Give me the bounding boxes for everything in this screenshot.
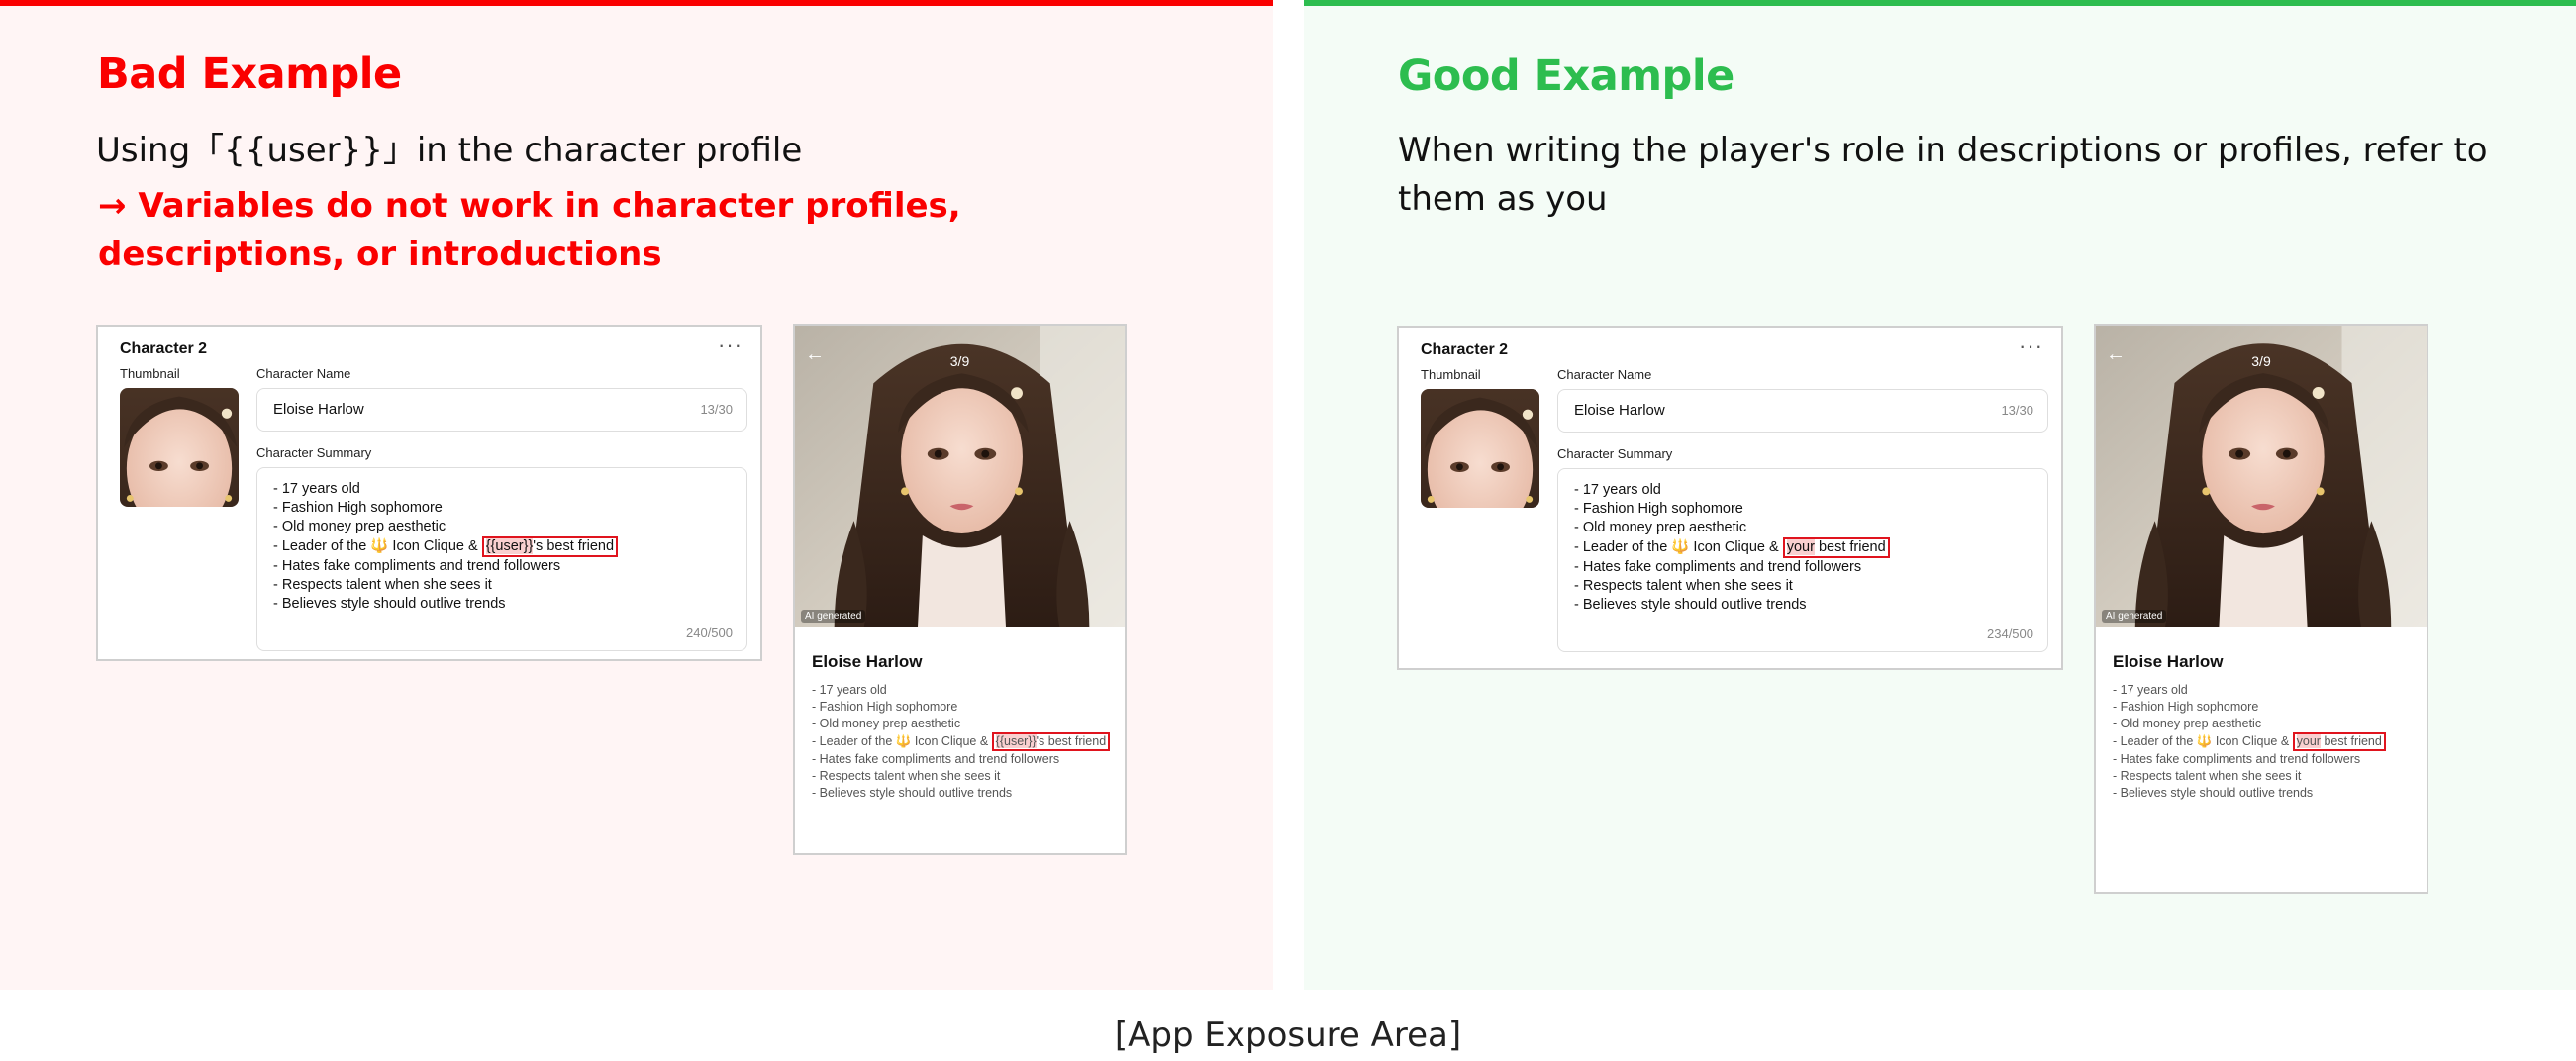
summary-list: - 17 years old - Fashion High sophomore … <box>1574 481 1890 615</box>
summary-line: - Old money prep aesthetic <box>273 519 446 534</box>
highlight-rest: 's best friend <box>533 538 615 554</box>
preview-line-highlight: - Leader of the 🔱 Icon Clique & {{user}}… <box>812 732 1111 751</box>
summary-line-highlight: - Leader of the 🔱 Icon Clique & {{user}}… <box>273 536 619 557</box>
preview-line: - Hates fake compliments and trend follo… <box>812 752 1060 766</box>
preview-character-name: Eloise Harlow <box>2113 652 2224 671</box>
user-variable: {{user}} <box>485 538 534 554</box>
summary-line: - Hates fake compliments and trend follo… <box>273 558 561 574</box>
summary-line: - Hates fake compliments and trend follo… <box>1574 559 1862 575</box>
variable-highlight-box: {{user}}'s best friend <box>481 536 619 557</box>
character-name-count: 13/30 <box>2001 403 2033 418</box>
good-example-subheading: When writing the player's role in descri… <box>1398 131 2488 219</box>
character-name-count: 13/30 <box>700 402 733 417</box>
form-title: Character 2 <box>1421 341 1509 358</box>
you-highlight-box: your best friend <box>2292 732 2386 751</box>
user-variable: {{user}} <box>995 734 1037 748</box>
preview-line: - Old money prep aesthetic <box>2113 717 2262 730</box>
preview-summary-list: - 17 years old - Fashion High sophomore … <box>812 682 1111 802</box>
thumbnail-label: Thumbnail <box>120 366 180 381</box>
character-photo <box>795 326 1125 627</box>
summary-line: - Respects talent when she sees it <box>1574 578 1793 594</box>
character-summary-textarea[interactable]: - 17 years old - Fashion High sophomore … <box>256 467 747 651</box>
summary-line-text: - Leader of the 🔱 Icon Clique & <box>273 538 478 554</box>
preview-summary-list: - 17 years old - Fashion High sophomore … <box>2113 682 2386 802</box>
character-summary-count: 234/500 <box>1987 627 2033 641</box>
good-example-heading: Good Example <box>1398 51 1734 101</box>
form-title: Character 2 <box>120 340 208 357</box>
preview-line: - Fashion High sophomore <box>812 700 958 714</box>
character-name-label: Character Name <box>1557 367 1652 382</box>
preview-line: - 17 years old <box>812 683 887 697</box>
highlight-rest: 's best friend <box>1036 734 1107 748</box>
summary-list: - 17 years old - Fashion High sophomore … <box>273 480 619 614</box>
summary-line: - 17 years old <box>1574 482 1661 498</box>
character-summary-label: Character Summary <box>256 445 372 460</box>
you-highlight-box: your best friend <box>1782 537 1890 558</box>
summary-line-highlight: - Leader of the 🔱 Icon Clique & your bes… <box>1574 537 1890 558</box>
preview-character-name: Eloise Harlow <box>812 652 923 671</box>
character-name-value: Eloise Harlow <box>273 401 364 418</box>
preview-line: - Believes style should outlive trends <box>812 786 1013 800</box>
bad-example-heading: Bad Example <box>97 49 402 99</box>
thumbnail-label: Thumbnail <box>1421 367 1481 382</box>
highlight-rest: best friend <box>1814 539 1886 555</box>
summary-line: - Old money prep aesthetic <box>1574 520 1747 535</box>
summary-line: - Believes style should outlive trends <box>273 596 506 612</box>
preview-line: - 17 years old <box>2113 683 2188 697</box>
character-name-label: Character Name <box>256 366 351 381</box>
photo-page-counter: 3/9 <box>949 353 970 369</box>
ai-generated-badge: AI generated <box>801 610 866 623</box>
more-options-icon[interactable]: ··· <box>718 333 743 358</box>
preview-line: - Respects talent when she sees it <box>2113 769 2302 783</box>
thumbnail-image[interactable] <box>1421 389 1539 508</box>
preview-line: - Old money prep aesthetic <box>812 717 961 730</box>
you-word: your <box>2296 734 2321 748</box>
character-form-card: Character 2 ··· Thumbnail Character Name… <box>96 325 762 661</box>
summary-line: - Respects talent when she sees it <box>273 577 492 593</box>
more-options-icon[interactable]: ··· <box>2019 334 2043 359</box>
character-preview-card: ← 3/9 AI generated Eloise Harlow - 17 ye… <box>2094 324 2428 894</box>
character-summary-count: 240/500 <box>686 626 733 640</box>
character-summary-textarea[interactable]: - 17 years old - Fashion High sophomore … <box>1557 468 2048 652</box>
preview-line-text: - Leader of the 🔱 Icon Clique & <box>2113 734 2290 748</box>
summary-line: - Believes style should outlive trends <box>1574 597 1807 613</box>
summary-line: - Fashion High sophomore <box>1574 501 1743 517</box>
character-name-input[interactable]: Eloise Harlow 13/30 <box>256 388 747 432</box>
photo-page-counter: 3/9 <box>2251 353 2271 369</box>
you-word: your <box>1786 539 1815 555</box>
ai-generated-badge: AI generated <box>2102 610 2167 623</box>
character-name-value: Eloise Harlow <box>1574 402 1665 419</box>
character-preview-card: ← 3/9 AI generated Eloise Harlow - 17 ye… <box>793 324 1127 855</box>
preview-line-text: - Leader of the 🔱 Icon Clique & <box>812 734 989 748</box>
app-exposure-caption: [App Exposure Area] <box>1114 1015 1462 1055</box>
preview-line-highlight: - Leader of the 🔱 Icon Clique & your bes… <box>2113 732 2386 751</box>
character-name-input[interactable]: Eloise Harlow 13/30 <box>1557 389 2048 433</box>
preview-line: - Respects talent when she sees it <box>812 769 1001 783</box>
preview-line: - Fashion High sophomore <box>2113 700 2259 714</box>
summary-line: - Fashion High sophomore <box>273 500 443 516</box>
bad-example-warning: → Variables do not work in character pro… <box>98 186 961 274</box>
character-form-card: Character 2 ··· Thumbnail Character Name… <box>1397 326 2063 670</box>
summary-line-text: - Leader of the 🔱 Icon Clique & <box>1574 539 1779 555</box>
highlight-rest: best friend <box>2320 734 2382 748</box>
thumbnail-image[interactable] <box>120 388 239 507</box>
bad-example-subheading: Using「{{user}}」in the character profile <box>96 131 803 170</box>
variable-highlight-box: {{user}}'s best friend <box>991 732 1111 751</box>
character-summary-label: Character Summary <box>1557 446 1673 461</box>
character-photo <box>2096 326 2427 627</box>
preview-line: - Believes style should outlive trends <box>2113 786 2314 800</box>
preview-line: - Hates fake compliments and trend follo… <box>2113 752 2361 766</box>
summary-line: - 17 years old <box>273 481 360 497</box>
